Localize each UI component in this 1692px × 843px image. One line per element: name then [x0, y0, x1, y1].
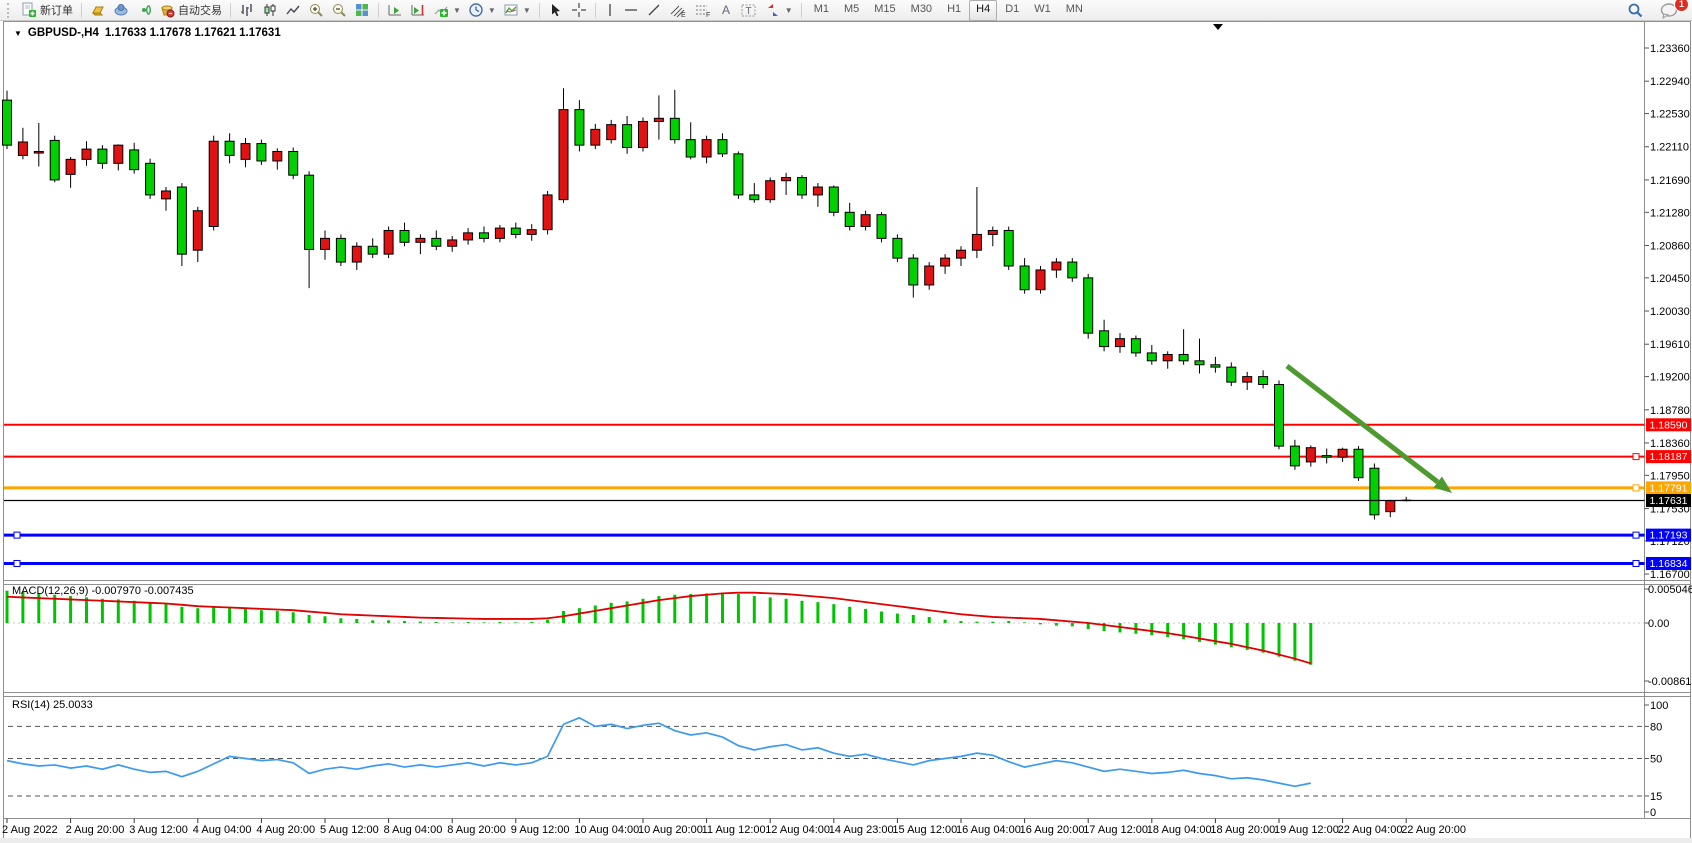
svg-text:0.005046: 0.005046 — [1648, 584, 1692, 596]
svg-text:4 Aug 04:00: 4 Aug 04:00 — [193, 824, 252, 836]
svg-text:10 Aug 04:00: 10 Aug 04:00 — [574, 824, 639, 836]
svg-text:18 Aug 04:00: 18 Aug 04:00 — [1147, 824, 1212, 836]
chart-header: ▼ GBPUSD-,H4 1.17633 1.17678 1.17621 1.1… — [14, 27, 281, 39]
svg-text:11 Aug 12:00: 11 Aug 12:00 — [702, 824, 766, 836]
svg-text:1.16700: 1.16700 — [1650, 569, 1690, 581]
svg-text:22 Aug 04:00: 22 Aug 04:00 — [1338, 824, 1403, 836]
svg-text:3 Aug 12:00: 3 Aug 12:00 — [129, 824, 188, 836]
svg-text:1.23360: 1.23360 — [1650, 43, 1690, 55]
svg-text:12 Aug 04:00: 12 Aug 04:00 — [765, 824, 830, 836]
svg-text:1.19200: 1.19200 — [1650, 372, 1690, 384]
chart-background — [0, 21, 1692, 843]
svg-text:10 Aug 20:00: 10 Aug 20:00 — [638, 824, 703, 836]
macd-indicator-label: MACD(12,26,9) -0.007970 -0.007435 — [12, 585, 194, 597]
svg-text:15 Aug 12:00: 15 Aug 12:00 — [892, 824, 957, 836]
svg-text:1.20030: 1.20030 — [1650, 306, 1690, 318]
symbol-dropdown-icon[interactable]: ▼ — [14, 29, 22, 38]
svg-text:1.17193: 1.17193 — [1650, 530, 1688, 542]
svg-text:1.17631: 1.17631 — [1650, 495, 1688, 507]
svg-text:1.21280: 1.21280 — [1650, 207, 1690, 219]
svg-text:15: 15 — [1650, 791, 1662, 803]
svg-text:22 Aug 20:00: 22 Aug 20:00 — [1401, 824, 1466, 836]
svg-text:100: 100 — [1650, 700, 1668, 712]
svg-text:8 Aug 20:00: 8 Aug 20:00 — [447, 824, 506, 836]
chart-canvas[interactable]: 1.23360 1.22940 1.22530 1.22110 1.21690 1.212… — [0, 0, 1692, 843]
svg-text:1.18780: 1.18780 — [1650, 405, 1690, 417]
svg-text:0.00: 0.00 — [1648, 618, 1669, 630]
svg-text:-0.008617: -0.008617 — [1648, 676, 1692, 688]
svg-text:14 Aug 23:00: 14 Aug 23:00 — [829, 824, 894, 836]
svg-text:2 Aug 20:00: 2 Aug 20:00 — [66, 824, 125, 836]
svg-text:1.22110: 1.22110 — [1650, 142, 1689, 154]
svg-text:18 Aug 20:00: 18 Aug 20:00 — [1210, 824, 1275, 836]
svg-text:1.20450: 1.20450 — [1650, 273, 1690, 285]
svg-text:1.22940: 1.22940 — [1650, 76, 1690, 88]
svg-text:16 Aug 20:00: 16 Aug 20:00 — [1020, 824, 1085, 836]
svg-text:80: 80 — [1650, 721, 1662, 733]
chart-ohlc-values: 1.17633 1.17678 1.17621 1.17631 — [105, 27, 281, 39]
svg-text:4 Aug 20:00: 4 Aug 20:00 — [256, 824, 315, 836]
svg-text:5 Aug 12:00: 5 Aug 12:00 — [320, 824, 379, 836]
svg-text:8 Aug 04:00: 8 Aug 04:00 — [384, 824, 443, 836]
svg-text:1.20860: 1.20860 — [1650, 240, 1690, 252]
svg-text:1.22530: 1.22530 — [1650, 109, 1690, 121]
window-bottom-edge — [0, 838, 1692, 843]
svg-text:1.18360: 1.18360 — [1650, 438, 1690, 450]
svg-text:9 Aug 12:00: 9 Aug 12:00 — [511, 824, 570, 836]
svg-text:50: 50 — [1650, 754, 1662, 766]
svg-text:1.17950: 1.17950 — [1650, 470, 1690, 482]
svg-text:1.21690: 1.21690 — [1650, 175, 1690, 187]
rsi-indicator-label: RSI(14) 25.0033 — [12, 699, 93, 711]
svg-text:2 Aug 2022: 2 Aug 2022 — [2, 824, 58, 836]
svg-text:19 Aug 12:00: 19 Aug 12:00 — [1274, 824, 1339, 836]
svg-text:1.17791: 1.17791 — [1650, 482, 1688, 494]
svg-text:1.19610: 1.19610 — [1650, 339, 1690, 351]
application-window: 新订单 自动交易 ▼ ▼ ▼ E F A T ▼ — [0, 0, 1692, 843]
chart-title: GBPUSD-,H4 — [28, 27, 99, 39]
svg-text:0: 0 — [1650, 807, 1656, 819]
svg-text:16 Aug 04:00: 16 Aug 04:00 — [956, 824, 1021, 836]
svg-text:1.18590: 1.18590 — [1650, 419, 1688, 431]
svg-text:1.16834: 1.16834 — [1650, 558, 1688, 570]
svg-text:17 Aug 12:00: 17 Aug 12:00 — [1083, 824, 1148, 836]
svg-text:1.18187: 1.18187 — [1650, 451, 1688, 463]
